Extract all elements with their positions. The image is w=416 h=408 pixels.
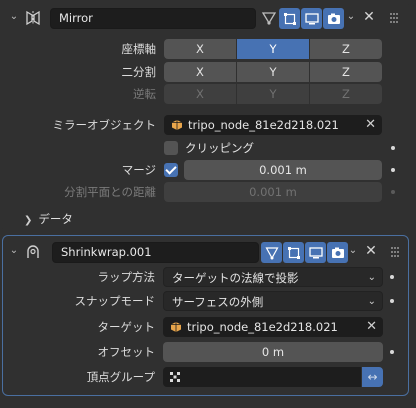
swap-arrows-icon: ↔ — [367, 370, 378, 384]
flip-selector: X Y Z — [164, 84, 382, 104]
clear-field-icon[interactable]: ✕ — [365, 115, 376, 135]
viewport-toggle[interactable] — [301, 8, 322, 29]
axis-z-button[interactable]: Z — [310, 39, 382, 59]
merge-label: マージ — [121, 163, 156, 177]
mirror-modifier-icon — [26, 10, 40, 26]
bisect-x-button[interactable]: X — [164, 62, 236, 82]
clear-field-icon[interactable]: ✕ — [366, 317, 377, 337]
modifier-name-field[interactable]: Shrinkwrap.001 — [52, 242, 259, 263]
keyframe-dot-icon[interactable] — [390, 299, 394, 303]
offset-label: オフセット — [97, 345, 156, 359]
camera-icon — [331, 247, 344, 258]
wrap-method-label: ラップ方法 — [97, 270, 156, 284]
monitor-icon — [304, 12, 319, 24]
keyframe-dot-icon[interactable] — [391, 168, 395, 172]
wrap-method-value: ターゲットの法線で投影 — [172, 271, 299, 285]
close-icon[interactable]: ✕ — [362, 10, 376, 24]
snap-mode-label: スナップモード — [74, 294, 156, 308]
edit-cage-icon[interactable] — [261, 10, 277, 26]
chevron-down-icon: ⌄ — [367, 296, 376, 307]
chevron-down-icon: ⌄ — [367, 272, 376, 283]
keyframe-dot-icon[interactable] — [390, 275, 394, 279]
keyframe-dot-icon[interactable] — [391, 146, 395, 150]
modifier-name-field[interactable]: Mirror — [50, 8, 256, 29]
visibility-buttons — [261, 242, 348, 263]
bisect-z-button[interactable]: Z — [310, 62, 382, 82]
drag-handle-icon[interactable] — [387, 11, 401, 25]
visibility-buttons — [279, 8, 344, 29]
axis-y-button[interactable]: Y — [237, 39, 309, 59]
mirror-object-field[interactable]: tripo_node_81e2d218.021 ✕ — [164, 115, 382, 135]
flip-z-button[interactable]: Z — [310, 84, 382, 104]
axis-selector: X Y Z — [164, 39, 382, 59]
mesh-object-icon — [172, 120, 182, 130]
modifier-menu-chevron-icon[interactable]: ⌄ — [348, 245, 358, 256]
offset-field[interactable]: 0 m — [163, 342, 383, 362]
collapse-chevron-icon[interactable]: ⌄ — [8, 245, 20, 257]
vertex-group-field[interactable] — [163, 367, 361, 387]
bisect-y-button[interactable]: Y — [237, 62, 309, 82]
monitor-icon — [308, 246, 323, 258]
wrap-method-dropdown[interactable]: ターゲットの法線で投影 ⌄ — [163, 267, 383, 287]
keyframe-dot-icon[interactable] — [390, 350, 394, 354]
clipping-checkbox[interactable] — [164, 141, 178, 155]
render-toggle[interactable] — [323, 8, 344, 29]
keyframe-dot-icon[interactable] — [391, 190, 395, 194]
shrinkwrap-modifier-panel: ⌄ Shrinkwrap.001 ⌄ ✕ ラップ方法 ターゲットの法線で投影 ⌄… — [2, 235, 409, 396]
edit-mode-toggle[interactable] — [279, 8, 300, 29]
flip-x-button[interactable]: X — [164, 84, 236, 104]
invert-vertex-group-button[interactable]: ↔ — [362, 367, 383, 387]
edit-mode-icon — [287, 246, 300, 259]
shrinkwrap-header: ⌄ Shrinkwrap.001 ⌄ ✕ — [3, 236, 408, 268]
axis-x-button[interactable]: X — [164, 39, 236, 59]
flip-label: 逆転 — [133, 87, 156, 101]
camera-icon — [327, 13, 340, 24]
mirror-object-label: ミラーオブジェクト — [52, 118, 157, 132]
collapse-chevron-icon[interactable]: ⌄ — [8, 11, 20, 23]
viewport-toggle[interactable] — [305, 242, 326, 263]
mesh-object-icon — [171, 322, 181, 332]
modifier-menu-chevron-icon[interactable]: ⌄ — [346, 11, 356, 22]
edit-mode-toggle[interactable] — [283, 242, 304, 263]
close-icon[interactable]: ✕ — [364, 244, 378, 258]
edit-cage-toggle[interactable] — [261, 242, 282, 263]
flip-y-button[interactable]: Y — [237, 84, 309, 104]
mirror-object-value: tripo_node_81e2d218.021 — [188, 118, 339, 132]
shrinkwrap-modifier-icon — [27, 245, 39, 258]
drag-handle-icon[interactable] — [388, 245, 402, 259]
render-toggle[interactable] — [327, 242, 348, 263]
axis-label: 座標軸 — [121, 42, 157, 56]
target-value: tripo_node_81e2d218.021 — [187, 320, 338, 334]
merge-distance-field[interactable]: 0.001 m — [184, 160, 382, 180]
chevron-right-icon: ❯ — [24, 215, 33, 226]
clipping-label: クリッピング — [185, 141, 254, 155]
vertex-group-label: 頂点グループ — [86, 370, 155, 384]
bisect-distance-field[interactable]: 0.001 m — [164, 182, 382, 202]
data-subpanel-label: データ — [38, 212, 73, 226]
snap-mode-value: サーフェスの外側 — [172, 295, 264, 309]
merge-checkbox[interactable] — [164, 163, 178, 177]
mirror-modifier-panel: ⌄ Mirror ⌄ ✕ 座標軸 X Y Z 二分割 X Y Z 逆転 X Y … — [2, 2, 409, 231]
mirror-header: ⌄ Mirror ⌄ ✕ — [2, 2, 409, 34]
target-field[interactable]: tripo_node_81e2d218.021 ✕ — [163, 317, 383, 337]
data-subpanel-toggle[interactable]: ❯ データ — [24, 209, 73, 229]
vertex-group-icon — [170, 372, 180, 382]
bisect-distance-label: 分割平面との距離 — [64, 185, 156, 199]
edit-mode-icon — [283, 12, 296, 25]
snap-mode-dropdown[interactable]: サーフェスの外側 ⌄ — [163, 291, 383, 311]
target-label: ターゲット — [97, 320, 156, 334]
bisect-selector: X Y Z — [164, 62, 382, 82]
bisect-label: 二分割 — [121, 65, 157, 79]
edit-cage-icon — [264, 246, 279, 259]
